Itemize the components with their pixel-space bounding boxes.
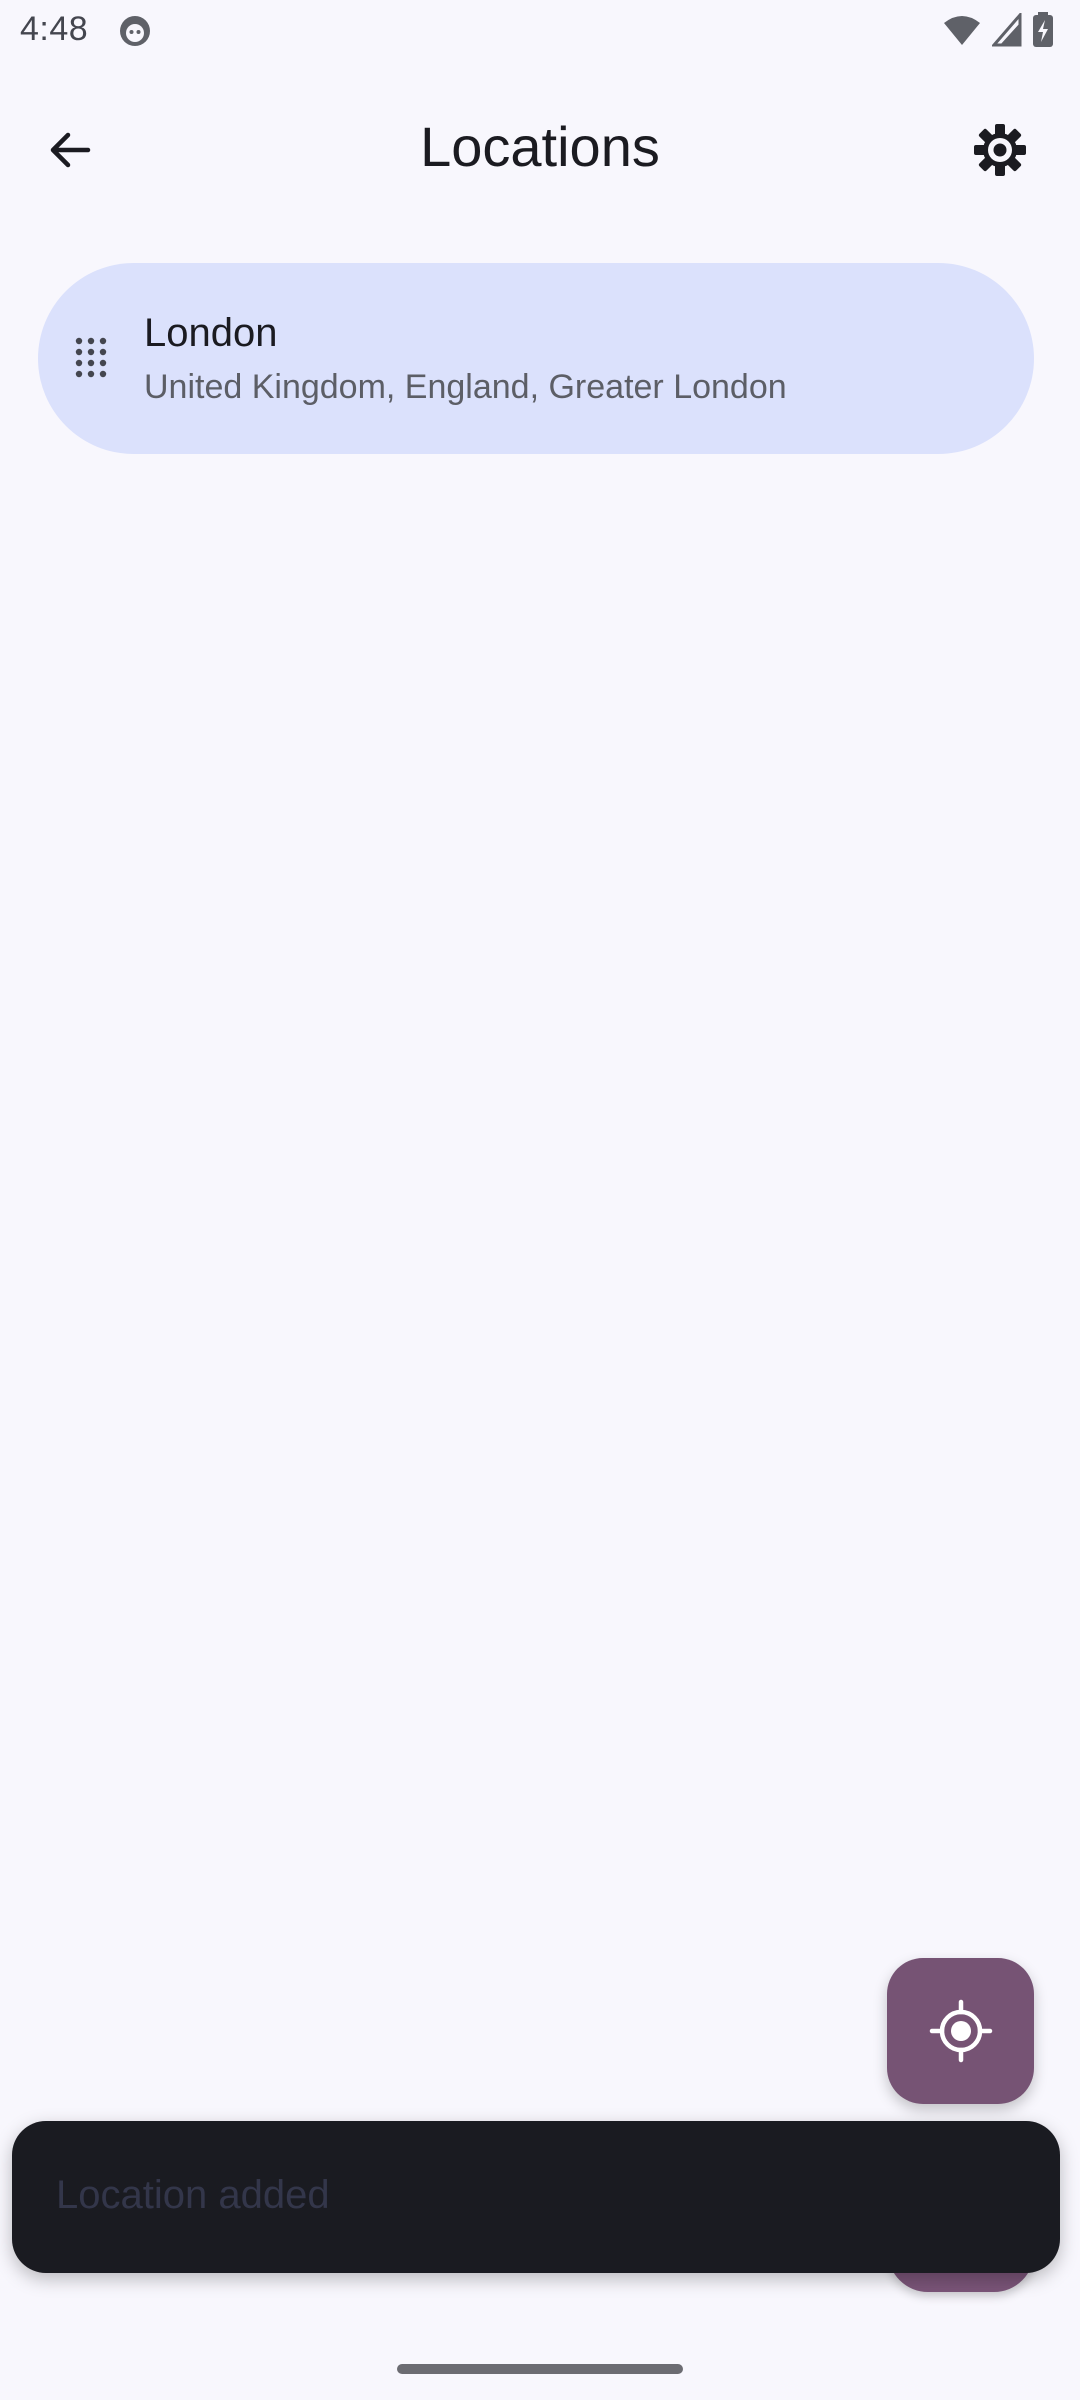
gear-icon	[974, 124, 1026, 176]
snackbar: Location added	[12, 2121, 1060, 2273]
app-notification-icon	[120, 16, 150, 46]
settings-button[interactable]	[960, 110, 1040, 190]
gesture-nav-handle[interactable]	[397, 2364, 683, 2374]
status-icons	[942, 10, 1054, 50]
snackbar-message: Location added	[56, 2173, 330, 2217]
page-title: Locations	[420, 115, 660, 178]
top-app-bar: Locations	[0, 86, 1080, 206]
drag-handle-icon[interactable]	[74, 336, 108, 378]
location-detail: United Kingdom, England, Greater London	[144, 368, 787, 406]
status-time: 4:48	[20, 10, 89, 48]
wifi-icon	[944, 16, 980, 45]
current-location-button[interactable]	[887, 1958, 1034, 2104]
location-name: London	[144, 311, 278, 355]
battery-charging-icon	[1033, 12, 1053, 47]
location-item-london[interactable]: London United Kingdom, England, Greater …	[38, 263, 1034, 454]
status-bar: 4:48	[0, 0, 1080, 64]
my-location-icon	[929, 1999, 992, 2063]
signal-icon	[992, 13, 1022, 47]
